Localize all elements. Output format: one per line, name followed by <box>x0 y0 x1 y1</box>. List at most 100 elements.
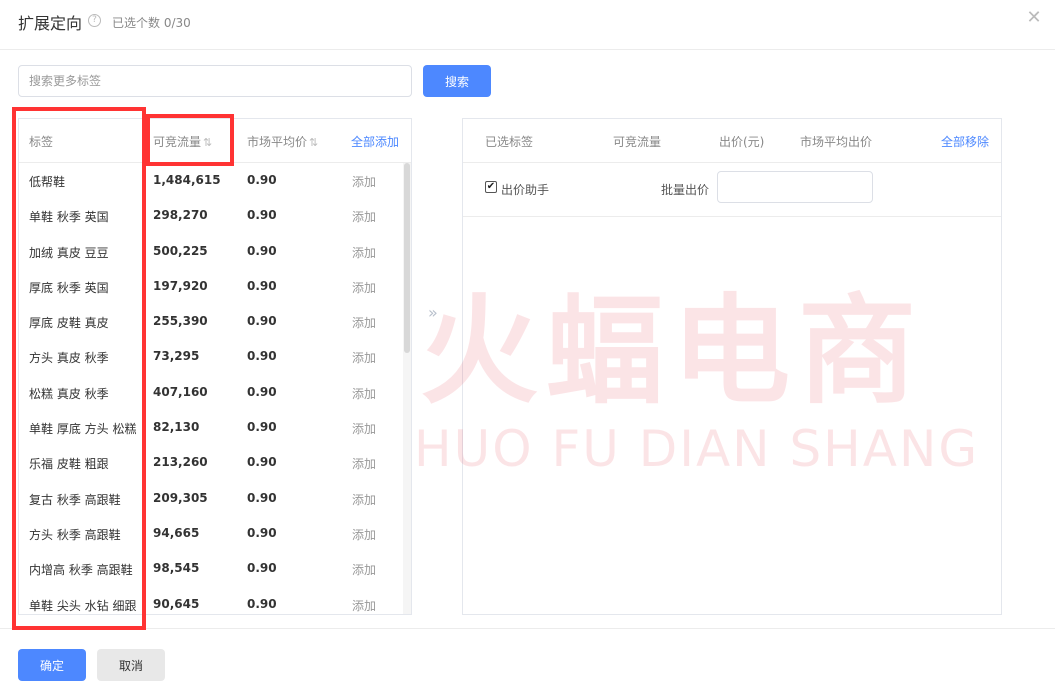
right-table-header: 已选标签 可竞流量 出价(元) 市场平均出价 全部移除 <box>463 119 1001 163</box>
traffic-cell: 255,390 <box>153 314 208 329</box>
column-header-traffic: 可竞流量 <box>613 135 662 149</box>
price-cell: 0.90 <box>247 173 277 187</box>
tag-cell: 复古 秋季 高跟鞋 <box>29 492 121 507</box>
add-all-link[interactable]: 全部添加 <box>351 133 399 150</box>
traffic-cell: 98,545 <box>153 561 200 576</box>
tag-cell: 乐福 皮鞋 粗跟 <box>29 457 109 472</box>
dialog-footer: 确定 取消 <box>0 628 1055 690</box>
traffic-cell: 213,260 <box>153 455 208 470</box>
bid-assist-label: 出价助手 <box>501 183 550 197</box>
tag-cell: 单鞋 尖头 水钻 细跟 <box>29 598 137 613</box>
scroll-thumb[interactable] <box>404 163 410 353</box>
table-row: 单鞋 尖头 水钻 细跟 90,645 0.90 添加 <box>19 587 403 614</box>
selected-count: 已选个数 0/30 <box>112 16 191 30</box>
price-cell: 0.90 <box>247 455 277 470</box>
price-cell: 0.90 <box>247 278 277 293</box>
dialog-title: 扩展定向 <box>18 14 83 33</box>
tag-cell: 厚底 皮鞋 真皮 <box>29 316 109 331</box>
table-row: 方头 秋季 高跟鞋 94,665 0.90 添加 <box>19 516 403 551</box>
price-cell: 0.90 <box>247 208 277 223</box>
batch-bid-label: 批量出价 <box>661 183 710 197</box>
add-link[interactable]: 添加 <box>352 279 376 296</box>
add-link[interactable]: 添加 <box>352 561 376 578</box>
scrollbar[interactable] <box>403 163 411 614</box>
price-cell: 0.90 <box>247 561 277 576</box>
column-header-selected-tag: 已选标签 <box>485 135 534 149</box>
add-link[interactable]: 添加 <box>352 420 376 437</box>
price-cell: 0.90 <box>247 596 277 611</box>
traffic-cell: 298,270 <box>153 208 208 223</box>
bid-toolbar: ✔ 出价助手 批量出价 <box>463 163 1001 217</box>
add-link[interactable]: 添加 <box>352 173 376 190</box>
add-link[interactable]: 添加 <box>352 526 376 543</box>
column-header-avg-price-label: 市场平均价 <box>247 135 308 149</box>
column-header-tag: 标签 <box>29 135 54 149</box>
table-row: 加绒 真皮 豆豆 500,225 0.90 添加 <box>19 234 403 269</box>
help-icon[interactable]: ? <box>88 14 101 27</box>
confirm-button[interactable]: 确定 <box>18 649 86 681</box>
column-header-avg-price[interactable]: 市场平均价 ⇅ <box>247 133 318 150</box>
remove-all-link[interactable]: 全部移除 <box>941 133 989 150</box>
tag-cell: 厚底 秋季 英国 <box>29 280 109 295</box>
price-cell: 0.90 <box>247 384 277 399</box>
tag-cell: 单鞋 秋季 英国 <box>29 210 109 225</box>
add-link[interactable]: 添加 <box>352 385 376 402</box>
left-table-header: 标签 可竞流量 ⇅ 市场平均价 ⇅ 全部添加 <box>19 119 411 163</box>
column-header-bid: 出价(元) <box>719 135 765 149</box>
traffic-cell: 73,295 <box>153 349 200 364</box>
traffic-cell: 209,305 <box>153 490 208 505</box>
traffic-cell: 94,665 <box>153 525 200 540</box>
tag-cell: 单鞋 厚底 方头 松糕 <box>29 422 137 437</box>
column-header-traffic[interactable]: 可竞流量 ⇅ <box>153 133 212 150</box>
tag-cell: 方头 秋季 高跟鞋 <box>29 527 121 542</box>
tag-cell: 低帮鞋 <box>29 175 66 189</box>
price-cell: 0.90 <box>247 349 277 364</box>
add-link[interactable]: 添加 <box>352 244 376 261</box>
tag-cell: 方头 真皮 秋季 <box>29 351 109 366</box>
traffic-cell: 500,225 <box>153 243 208 258</box>
column-header-traffic-label: 可竞流量 <box>153 135 202 149</box>
price-cell: 0.90 <box>247 420 277 435</box>
price-cell: 0.90 <box>247 243 277 258</box>
table-row: 方头 真皮 秋季 73,295 0.90 添加 <box>19 339 403 374</box>
add-link[interactable]: 添加 <box>352 455 376 472</box>
tag-cell: 松糕 真皮 秋季 <box>29 386 109 401</box>
traffic-cell: 90,645 <box>153 596 200 611</box>
search-button[interactable]: 搜索 <box>423 65 491 97</box>
table-row: 低帮鞋 1,484,615 0.90 添加 <box>19 163 403 198</box>
add-link[interactable]: 添加 <box>352 349 376 366</box>
price-cell: 0.90 <box>247 525 277 540</box>
cancel-button[interactable]: 取消 <box>97 649 165 681</box>
table-row: 厚底 皮鞋 真皮 255,390 0.90 添加 <box>19 304 403 339</box>
tag-cell: 加绒 真皮 豆豆 <box>29 245 109 260</box>
traffic-cell: 407,160 <box>153 384 208 399</box>
traffic-cell: 1,484,615 <box>153 173 221 187</box>
traffic-cell: 82,130 <box>153 420 200 435</box>
tag-list: 低帮鞋 1,484,615 0.90 添加 单鞋 秋季 英国 298,270 0.90 添加加… <box>19 163 403 614</box>
price-cell: 0.90 <box>247 314 277 329</box>
transfer-arrow-icon: » <box>428 303 438 322</box>
sort-icon[interactable]: ⇅ <box>309 136 318 149</box>
selected-tags-panel: 已选标签 可竞流量 出价(元) 市场平均出价 全部移除 ✔ 出价助手 批量出价 <box>462 118 1002 615</box>
price-cell: 0.90 <box>247 490 277 505</box>
tag-cell: 内增高 秋季 高跟鞋 <box>29 563 133 578</box>
table-row: 内增高 秋季 高跟鞋 98,545 0.90 添加 <box>19 551 403 586</box>
sort-icon[interactable]: ⇅ <box>203 136 212 149</box>
batch-bid-input[interactable] <box>717 171 873 203</box>
add-link[interactable]: 添加 <box>352 597 376 614</box>
search-input[interactable] <box>18 65 412 97</box>
dialog-header: 扩展定向 ? 已选个数 0/30 ✕ <box>0 0 1055 50</box>
column-header-market-bid: 市场平均出价 <box>800 135 873 149</box>
add-link[interactable]: 添加 <box>352 208 376 225</box>
traffic-cell: 197,920 <box>153 278 208 293</box>
add-link[interactable]: 添加 <box>352 314 376 331</box>
available-tags-panel: 标签 可竞流量 ⇅ 市场平均价 ⇅ 全部添加 低帮鞋 1,484,615 0.90 添加单… <box>18 118 412 615</box>
bid-assist-checkbox[interactable]: ✔ <box>485 181 497 193</box>
table-row: 单鞋 秋季 英国 298,270 0.90 添加 <box>19 198 403 233</box>
table-row: 厚底 秋季 英国 197,920 0.90 添加 <box>19 269 403 304</box>
close-icon[interactable]: ✕ <box>1024 8 1044 28</box>
table-row: 复古 秋季 高跟鞋 209,305 0.90 添加 <box>19 481 403 516</box>
table-row: 乐福 皮鞋 粗跟 213,260 0.90 添加 <box>19 445 403 480</box>
add-link[interactable]: 添加 <box>352 491 376 508</box>
table-row: 松糕 真皮 秋季 407,160 0.90 添加 <box>19 375 403 410</box>
